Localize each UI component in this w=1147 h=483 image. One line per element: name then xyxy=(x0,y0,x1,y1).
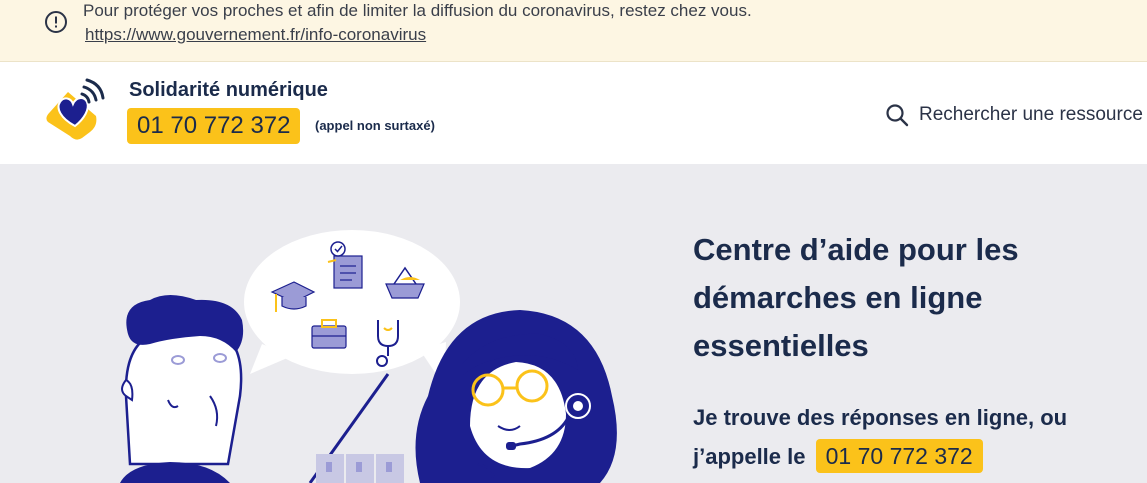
heart-logo-icon[interactable] xyxy=(42,78,108,144)
boxes xyxy=(316,454,404,483)
phone-number-badge[interactable]: 01 70 772 372 xyxy=(127,108,301,144)
hero-phone-badge[interactable]: 01 70 772 372 xyxy=(815,439,983,473)
search-icon xyxy=(886,104,909,127)
phone-note: (appel non surtaxé) xyxy=(315,118,435,133)
helpdesk-illustration xyxy=(120,230,617,483)
man-character xyxy=(120,295,244,483)
hero-title: Centre d’aide pour les démarches en lign… xyxy=(693,232,1019,363)
hero-section: Centre d’aide pour les démarches en lign… xyxy=(0,164,1147,483)
alert-circle-icon xyxy=(45,11,67,33)
site-title[interactable]: Solidarité numérique xyxy=(129,79,328,102)
search-label: Rechercher une ressource xyxy=(919,104,1143,125)
hero-subtitle-block: Je trouve des réponses en ligne, ou j’ap… xyxy=(693,398,1133,476)
search-button[interactable]: Rechercher une ressource xyxy=(885,102,1143,128)
site-header: Solidarité numérique 01 70 772 372 (appe… xyxy=(0,62,1147,164)
banner-message: Pour protéger vos proches et afin de lim… xyxy=(83,1,752,20)
alert-banner: Pour protéger vos proches et afin de lim… xyxy=(0,0,1147,62)
banner-link[interactable]: https://www.gouvernement.fr/info-coronav… xyxy=(85,25,426,45)
